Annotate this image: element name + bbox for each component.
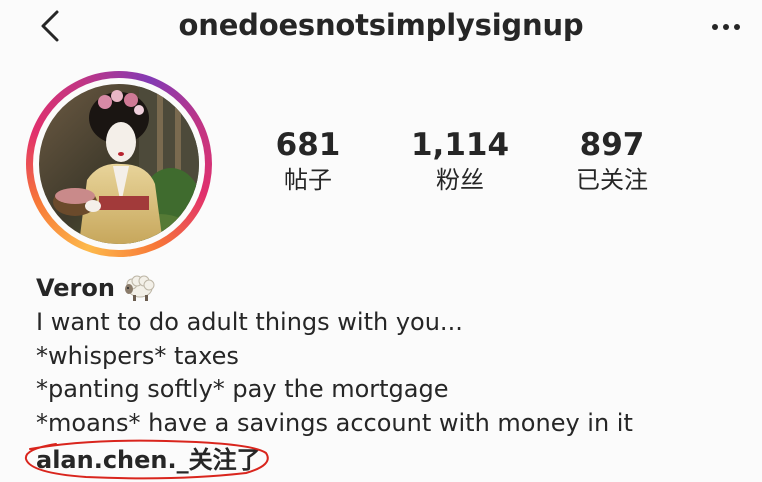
followers-label: 粉丝	[436, 166, 484, 194]
story-ring[interactable]	[26, 71, 212, 257]
more-horizontal-icon	[712, 24, 740, 30]
sheep-emoji	[124, 275, 155, 301]
more-options-button[interactable]	[706, 10, 746, 44]
stat-following[interactable]: 897 已关注	[542, 126, 682, 196]
bio-line: *whispers* taxes	[36, 341, 239, 370]
following-label: 已关注	[576, 166, 648, 194]
profile-header: onedoesnotsimplysignup	[0, 0, 762, 56]
display-name: Veron	[36, 274, 115, 302]
profile-username: onedoesnotsimplysignup	[178, 8, 584, 42]
stat-posts[interactable]: 681 帖子	[238, 126, 378, 196]
profile-page: onedoesnotsimplysignup 681 帖子 1,114 粉丝 8…	[0, 0, 762, 482]
stat-followers[interactable]: 1,114 粉丝	[390, 126, 530, 196]
display-name-row: Veron	[36, 270, 736, 306]
followers-count: 1,114	[410, 127, 510, 163]
posts-label: 帖子	[284, 166, 332, 194]
avatar[interactable]	[39, 84, 199, 244]
posts-count: 681	[275, 127, 341, 163]
red-circle-annotation	[24, 439, 269, 480]
bio-line: *panting softly* pay the mortgage	[36, 375, 449, 403]
avatar-image	[39, 84, 199, 244]
bio-line: *moans* have a savings account with mone…	[36, 408, 633, 437]
bio-line: I want to do adult things with you...	[36, 308, 463, 336]
following-count: 897	[579, 127, 645, 163]
